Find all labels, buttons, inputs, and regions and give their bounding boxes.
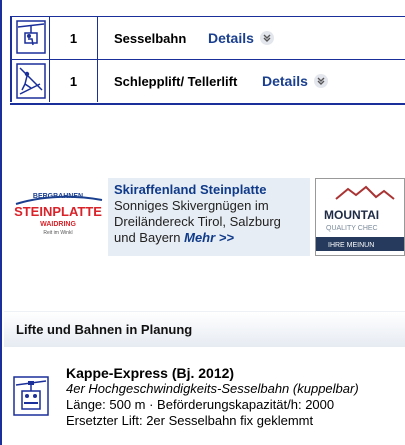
lift-count: 1 <box>50 17 98 59</box>
more-link[interactable]: Mehr >> <box>184 230 234 245</box>
promo-box: Skiraffenland Steinplatte Sonniges Skive… <box>108 178 310 256</box>
svg-text:BERGBAHNEN: BERGBAHNEN <box>33 193 83 200</box>
lift-table: 1 Sesselbahn Details 1 Schlepplift/ Tell… <box>10 16 405 105</box>
svg-text:MOUNTAI: MOUNTAI <box>324 208 379 222</box>
lift-count: 1 <box>50 60 98 102</box>
svg-text:STEINPLATTE: STEINPLATTE <box>14 204 102 219</box>
ad-banner: BERGBAHNEN STEINPLATTE WAIDRING Reit im … <box>0 178 405 256</box>
chevron-down-icon <box>259 31 274 45</box>
details-label: Details <box>262 73 308 89</box>
lift-name: Sesselbahn <box>114 30 187 46</box>
details-label: Details <box>208 30 254 46</box>
lift-row-towlift: 1 Schlepplift/ Tellerlift Details <box>10 60 405 102</box>
promo-text: Sonniges Skivergnügen im Dreiländereck T… <box>114 198 281 245</box>
svg-text:Reit im Winkl: Reit im Winkl <box>43 230 72 236</box>
chairlift-icon <box>10 17 50 59</box>
chairlift-planned-icon <box>12 373 50 417</box>
mountain-quality-check-logo[interactable]: MOUNTAI QUALITY CHEC IHRE MEINUN <box>315 178 405 256</box>
chevron-down-icon <box>313 74 328 88</box>
promo-title[interactable]: Skiraffenland Steinplatte <box>114 182 304 198</box>
details-link-towlift[interactable]: Details <box>262 60 328 102</box>
planning-heading: Lifte und Bahnen in Planung <box>4 311 405 347</box>
svg-text:IHRE MEINUN: IHRE MEINUN <box>328 242 374 249</box>
steinplatte-logo[interactable]: BERGBAHNEN STEINPLATTE WAIDRING Reit im … <box>6 178 110 256</box>
planned-lift-item: Kappe-Express (Bj. 2012) 4er Hochgeschwi… <box>0 365 405 440</box>
planned-lift-type: 4er Hochgeschwindigkeits-Sesselbahn (kup… <box>66 381 359 396</box>
tow-lift-icon <box>10 60 50 102</box>
svg-text:WAIDRING: WAIDRING <box>40 221 76 228</box>
details-link-chairlift[interactable]: Details <box>208 17 274 59</box>
lift-name: Schlepplift/ Tellerlift <box>114 73 238 89</box>
planned-lift-text: Kappe-Express (Bj. 2012) 4er Hochgeschwi… <box>66 365 359 429</box>
planned-lift-title: Kappe-Express (Bj. 2012) <box>66 365 235 381</box>
lift-row-chairlift: 1 Sesselbahn Details <box>10 17 405 60</box>
planned-lift-specs: Länge: 500 m · Beförderungskapazität/h: … <box>66 397 335 412</box>
svg-text:QUALITY CHEC: QUALITY CHEC <box>326 225 378 232</box>
planned-lift-replaces: Ersetzter Lift: 2er Sesselbahn fix gekle… <box>66 413 314 428</box>
